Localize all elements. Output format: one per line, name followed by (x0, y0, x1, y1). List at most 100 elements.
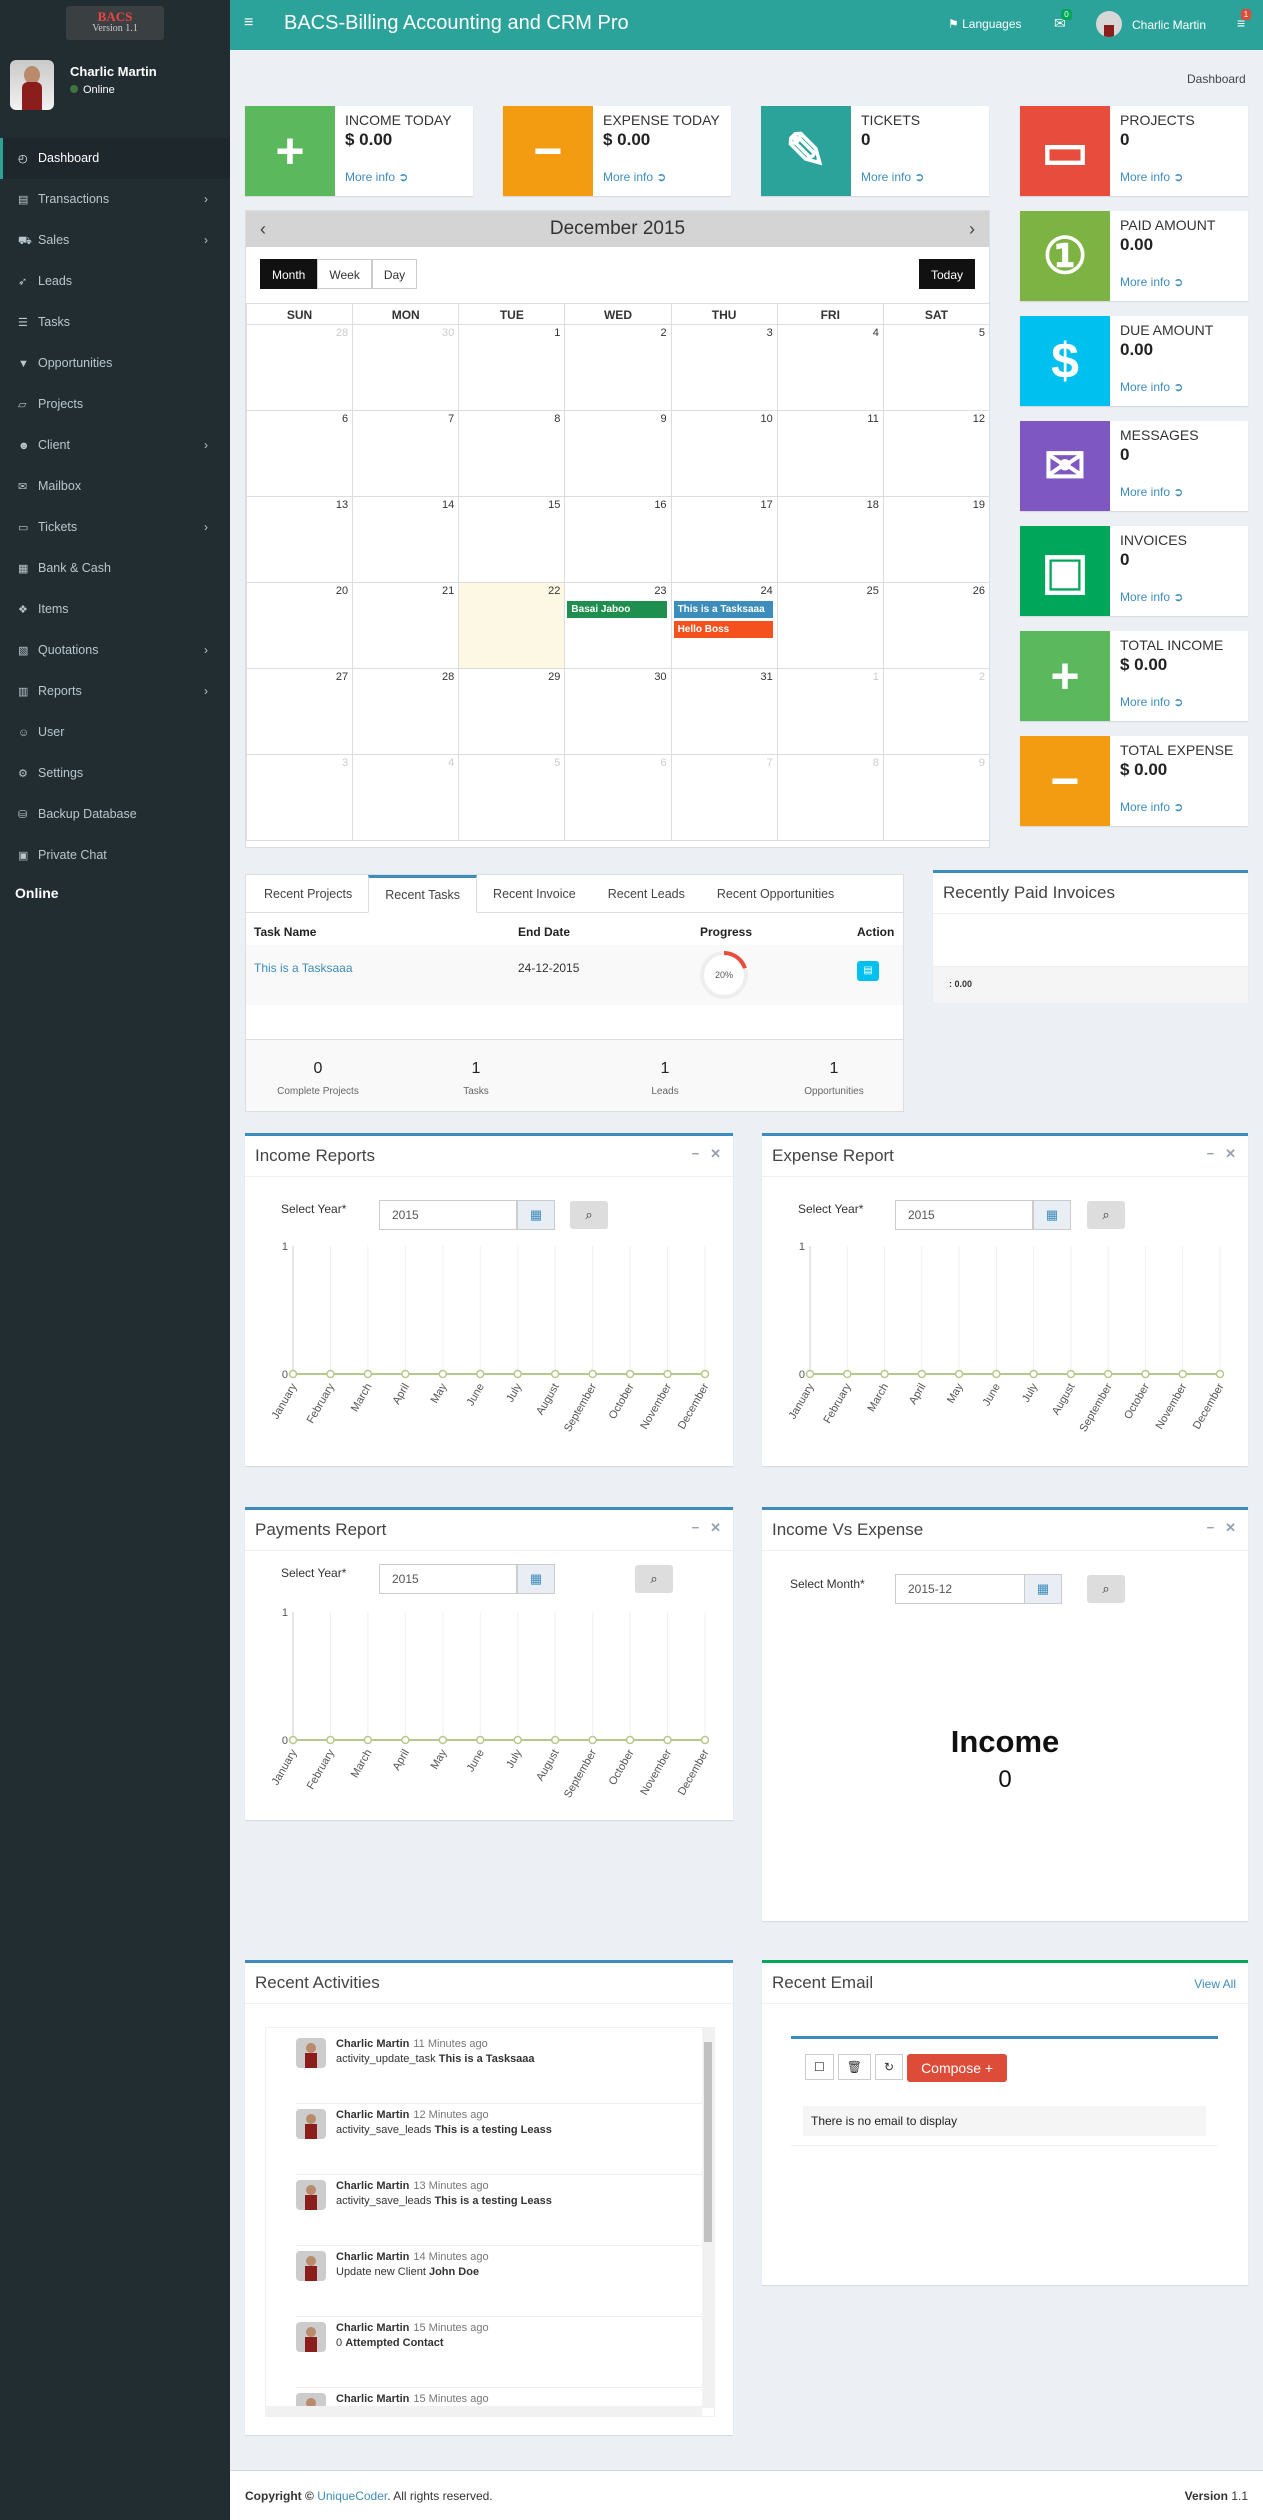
calendar-day[interactable]: 6 (246, 411, 352, 496)
search-button[interactable]: ⌕ (1087, 1201, 1125, 1229)
calendar-day[interactable]: 27 (246, 669, 352, 754)
more-info-link[interactable]: More info ➲ (1120, 800, 1183, 814)
year-input[interactable]: 2015 (379, 1200, 517, 1230)
calendar-day[interactable]: 6 (564, 755, 670, 840)
calendar-day[interactable]: 7 (670, 755, 777, 840)
month-input[interactable]: 2015-12 (895, 1574, 1033, 1604)
more-info-link[interactable]: More info ➲ (1120, 485, 1183, 499)
sidebar-item-tasks[interactable]: ☰ Tasks (0, 302, 230, 343)
calendar-day[interactable]: 28 (246, 325, 352, 410)
calendar-day[interactable]: 18 (776, 497, 883, 582)
calendar-day[interactable]: 2 (882, 669, 989, 754)
calendar-day[interactable]: 1 (458, 325, 564, 410)
panel-tools[interactable]: − ✕ (692, 1146, 721, 1162)
more-info-link[interactable]: More info ➲ (345, 170, 408, 184)
calendar-day[interactable]: 31 (670, 669, 777, 754)
scrollbar[interactable] (702, 2028, 714, 2408)
calendar-day[interactable]: 9 (564, 411, 670, 496)
refresh-icon[interactable]: ↻ (875, 2054, 904, 2080)
tab-recent-invoice[interactable]: Recent Invoice (477, 875, 592, 912)
calendar-day[interactable]: 16 (564, 497, 670, 582)
sidebar-item-client[interactable]: ☻ Client › (0, 425, 230, 466)
calendar-icon[interactable]: ▦ (517, 1200, 555, 1230)
year-input[interactable]: 2015 (895, 1200, 1033, 1230)
languages-menu[interactable]: ⚑ Languages (948, 17, 1022, 31)
activity-user[interactable]: Charlic Martin (336, 2109, 409, 2121)
sidebar-toggle-icon[interactable]: ≡ (244, 14, 253, 32)
sidebar-item-sales[interactable]: ⛟ Sales › (0, 220, 230, 261)
calendar-day[interactable]: 3 (246, 755, 352, 840)
next-month-icon[interactable]: › (969, 211, 975, 247)
week-view-button[interactable]: Week (317, 259, 372, 289)
company-link[interactable]: UniqueCoder (317, 2489, 387, 2503)
today-button[interactable]: Today (918, 259, 975, 289)
mail-notification-icon[interactable]: ✉ 0 (1054, 9, 1072, 32)
sidebar-item-mailbox[interactable]: ✉ Mailbox (0, 466, 230, 507)
sidebar-item-transactions[interactable]: ▤ Transactions › (0, 179, 230, 220)
sidebar-item-user[interactable]: ☺ User (0, 712, 230, 753)
tab-recent-projects[interactable]: Recent Projects (248, 875, 368, 912)
calendar-day[interactable]: 9 (882, 755, 989, 840)
calendar-day[interactable]: 2 (564, 325, 670, 410)
month-view-button[interactable]: Month (260, 259, 318, 289)
calendar-day[interactable]: 29 (458, 669, 564, 754)
tab-recent-tasks[interactable]: Recent Tasks (368, 875, 478, 913)
sidebar-item-settings[interactable]: ⚙ Settings (0, 753, 230, 794)
view-action-button[interactable]: ▤ (857, 961, 879, 981)
calendar-day[interactable]: 10 (670, 411, 777, 496)
activity-scroll[interactable]: Charlic Martin 11 Minutes ago activity_up… (265, 2027, 715, 2417)
sidebar-item-reports[interactable]: ▥ Reports › (0, 671, 230, 712)
calendar-day[interactable]: 26 (882, 583, 989, 668)
year-input[interactable]: 2015 (379, 1564, 517, 1594)
activity-user[interactable]: Charlic Martin (336, 2038, 409, 2050)
calendar-day[interactable]: 7 (352, 411, 458, 496)
search-button[interactable]: ⌕ (635, 1565, 673, 1593)
calendar-day[interactable]: 3 (670, 325, 777, 410)
activity-user[interactable]: Charlic Martin (336, 2251, 409, 2263)
activity-user[interactable]: Charlic Martin (336, 2180, 409, 2192)
calendar-day[interactable]: 19 (882, 497, 989, 582)
panel-tools[interactable]: − ✕ (692, 1520, 721, 1536)
sidebar-item-items[interactable]: ❖ Items (0, 589, 230, 630)
calendar-day[interactable]: 28 (352, 669, 458, 754)
sidebar-item-tickets[interactable]: ▭ Tickets › (0, 507, 230, 548)
sidebar-item-projects[interactable]: ▱ Projects (0, 384, 230, 425)
view-all-link[interactable]: View All (1194, 1977, 1236, 1991)
user-menu[interactable]: Charlic Martin (1132, 18, 1206, 32)
calendar-day[interactable]: 15 (458, 497, 564, 582)
calendar-day[interactable]: 25 (776, 583, 883, 668)
h-scrollbar[interactable] (266, 2406, 702, 2416)
select-all-checkbox[interactable]: ☐ (805, 2054, 834, 2080)
compose-button[interactable]: Compose + (907, 2054, 1008, 2082)
user-avatar[interactable] (1096, 11, 1122, 37)
calendar-day[interactable]: 14 (352, 497, 458, 582)
panel-tools[interactable]: − ✕ (1207, 1146, 1236, 1162)
sidebar-item-quotations[interactable]: ▧ Quotations › (0, 630, 230, 671)
calendar-day[interactable]: 24 This is a Tasksaaa Hello Boss (670, 583, 777, 668)
tab-recent-opportunities[interactable]: Recent Opportunities (701, 875, 850, 912)
trash-icon[interactable]: 🗑 (837, 2054, 871, 2080)
sidebar-item-opportunities[interactable]: ▼ Opportunities (0, 343, 230, 384)
calendar-day[interactable]: 17 (670, 497, 777, 582)
more-info-link[interactable]: More info ➲ (603, 170, 666, 184)
calendar-day[interactable]: 8 (776, 755, 883, 840)
calendar-day[interactable]: 11 (776, 411, 883, 496)
search-button[interactable]: ⌕ (570, 1201, 608, 1229)
prev-month-icon[interactable]: ‹ (260, 211, 266, 247)
calendar-event[interactable]: Basai Jaboo (567, 601, 667, 618)
activity-user[interactable]: Charlic Martin (336, 2322, 409, 2334)
calendar-day[interactable]: 13 (246, 497, 352, 582)
day-view-button[interactable]: Day (371, 259, 418, 289)
control-sidebar-icon[interactable]: ≡ 1 (1237, 9, 1252, 31)
calendar-icon[interactable]: ▦ (517, 1564, 555, 1594)
calendar-day[interactable]: 4 (776, 325, 883, 410)
sidebar-item-bank-cash[interactable]: ▦ Bank & Cash (0, 548, 230, 589)
sidebar-item-private-chat[interactable]: ▣ Private Chat (0, 835, 230, 876)
more-info-link[interactable]: More info ➲ (1120, 380, 1183, 394)
calendar-day[interactable]: 21 (352, 583, 458, 668)
panel-tools[interactable]: − ✕ (1207, 1520, 1236, 1536)
sidebar-item-dashboard[interactable]: ◴ Dashboard (0, 138, 230, 179)
breadcrumb[interactable]: Dashboard (1187, 72, 1246, 86)
more-info-link[interactable]: More info ➲ (1120, 170, 1183, 184)
calendar-day[interactable]: 8 (458, 411, 564, 496)
